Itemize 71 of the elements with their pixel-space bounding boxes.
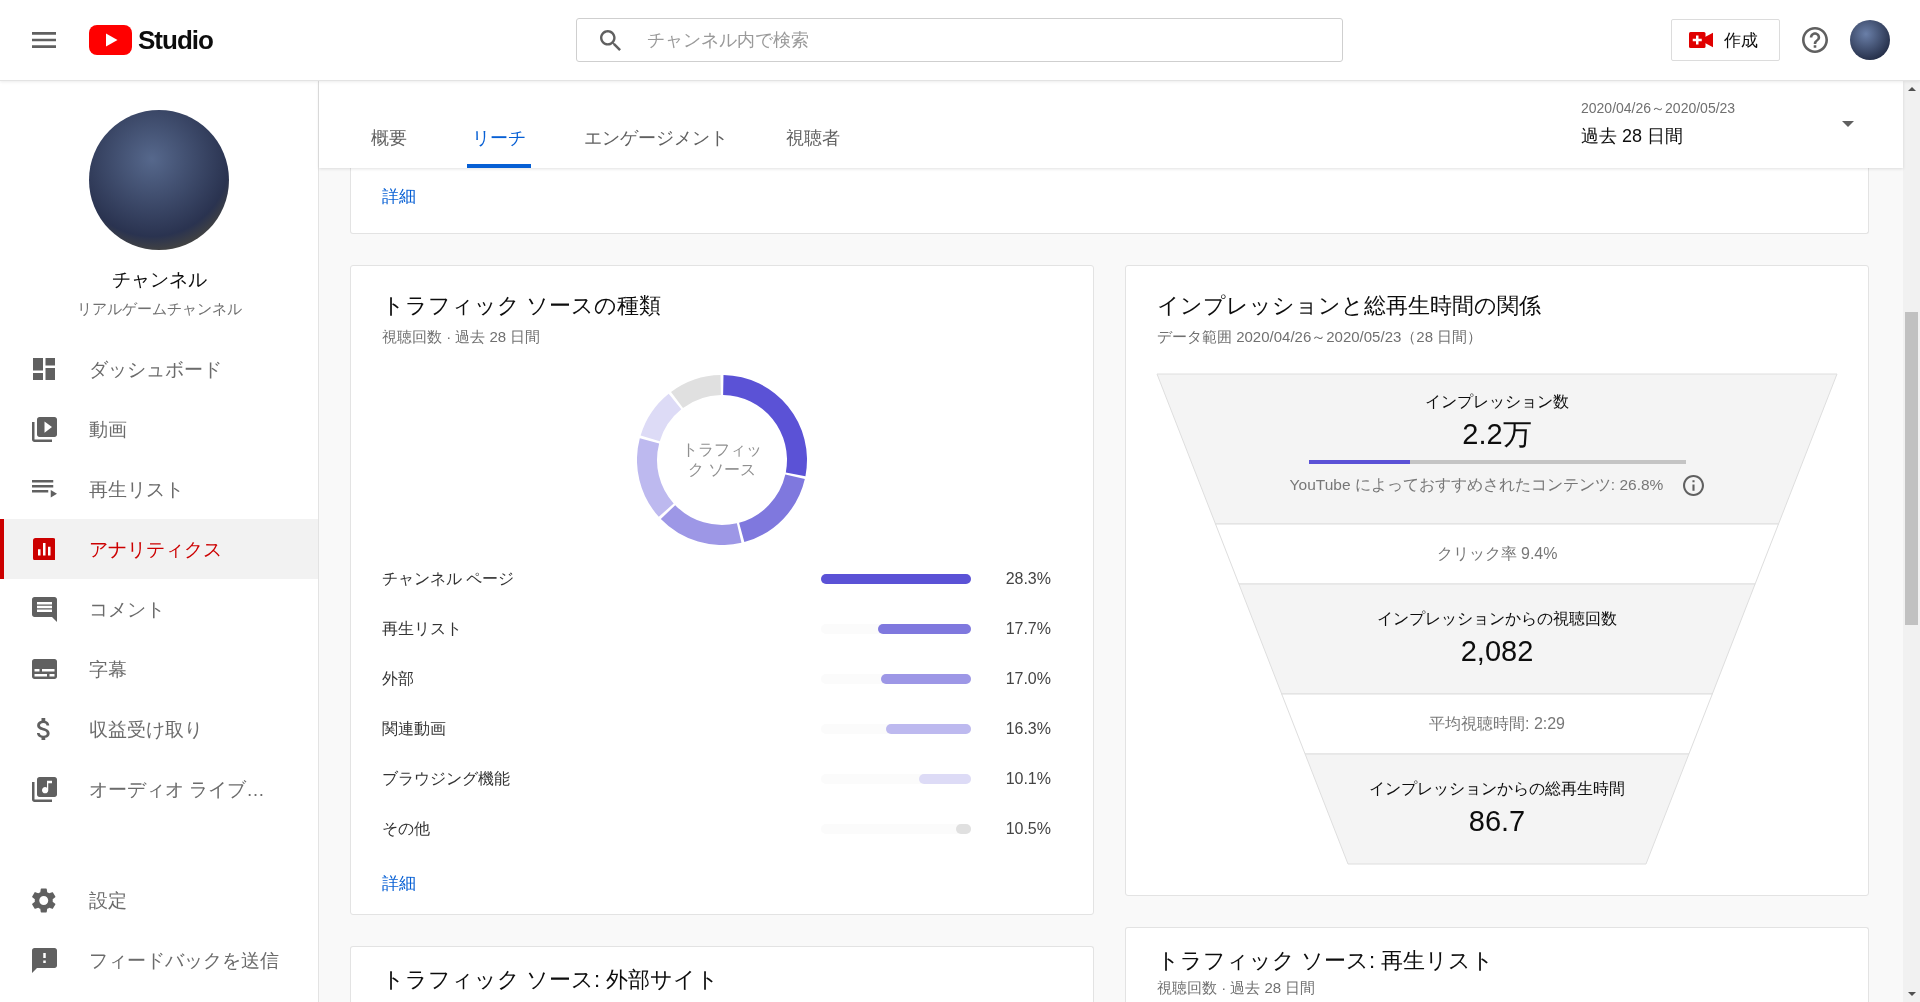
nav-item[interactable]: コメント (0, 579, 318, 639)
tab[interactable]: 視聴者 (757, 81, 869, 168)
date-range-dropdown[interactable]: 2020/04/26～2020/05/23 過去 28 日間 (1581, 99, 1854, 148)
feedback-icon (31, 947, 57, 973)
metric-value: 2.2万 (1462, 417, 1532, 452)
comment-icon (31, 596, 57, 622)
rate-text: 平均視聴時間: 2:29 (1429, 714, 1565, 734)
card-title: トラフィック ソース: 再生リスト (1157, 948, 1496, 974)
tab[interactable]: エンゲージメント (555, 81, 757, 168)
search-icon (600, 29, 621, 51)
details-link[interactable]: 詳細 (382, 187, 416, 206)
nav-item[interactable]: フィードバックを送信 (0, 930, 318, 990)
channel-title: チャンネル (111, 268, 207, 292)
metric-label: インプレッションからの総再生時間 (1369, 779, 1625, 799)
nav-item[interactable]: 字幕 (0, 639, 318, 699)
nav-item[interactable]: ダッシュボード (0, 339, 318, 399)
up-arrow-icon[interactable] (1907, 87, 1916, 91)
nav-item[interactable]: アナリティクス (0, 519, 318, 579)
card-title: トラフィック ソースの種類 (382, 293, 663, 319)
source-label: チャンネル ページ (382, 568, 515, 589)
source-label: 関連動画 (382, 718, 446, 739)
nav-item[interactable]: オーディオ ライブ… (0, 759, 318, 819)
card-subtitle: データ範囲 2020/04/26～2020/05/23（28 日間） (1157, 327, 1484, 347)
tab[interactable]: 概要 (335, 81, 443, 168)
play-logo-icon (89, 25, 132, 55)
video-library-icon (31, 416, 57, 442)
share-value: 17.0% (1005, 670, 1051, 688)
caret-icon (1842, 120, 1854, 127)
down-arrow-icon[interactable] (1907, 992, 1916, 996)
share-value: 28.3% (1005, 570, 1051, 588)
nav-item[interactable]: 再生リスト (0, 459, 318, 519)
channel-name: リアルゲームチャンネル (76, 299, 242, 319)
card-title: インプレッションと総再生時間の関係 (1157, 293, 1542, 319)
nav-item[interactable]: 動画 (0, 399, 318, 459)
source-label: 外部 (382, 668, 414, 689)
metric-label: インプレッション数 (1425, 392, 1569, 412)
source-label: ブラウジング機能 (382, 768, 510, 789)
card-subtitle: 視聴回数 · 過去 28 日間 (1157, 978, 1317, 998)
share-value: 10.1% (1005, 770, 1051, 788)
nav-item[interactable]: 収益受け取り (0, 699, 318, 759)
source-label: 再生リスト (382, 618, 462, 639)
share-value: 17.7% (1005, 620, 1051, 638)
music-library-icon (31, 776, 57, 802)
card-subtitle: 視聴回数 · 過去 28 日間 (382, 327, 542, 347)
video-camera-plus-icon (1689, 32, 1713, 48)
help-icon[interactable] (1802, 27, 1828, 53)
recommended-share-text: YouTube によっておすすめされたコンテンツ: 26.8% (1289, 475, 1664, 495)
search-field[interactable]: チャンネル内で検索 (576, 18, 1343, 62)
playlist-icon (31, 480, 57, 498)
settings-icon (32, 887, 56, 913)
studio-logo[interactable]: Studio (89, 25, 213, 55)
dashboard-icon (32, 357, 56, 381)
subtitles-icon (31, 659, 57, 679)
account-avatar[interactable] (1850, 20, 1890, 60)
card-title: トラフィック ソース: 外部サイト (382, 967, 721, 993)
donut-center-label: トラフィック ソース (681, 440, 763, 480)
dollar-icon (37, 717, 51, 741)
metric-value: 86.7 (1468, 804, 1526, 839)
metric-label: インプレッションからの視聴回数 (1377, 609, 1617, 629)
create-button[interactable]: 作成 (1671, 19, 1780, 61)
nav-item[interactable]: 設定 (0, 870, 318, 930)
menu-icon[interactable] (32, 32, 56, 48)
rate-text: クリック率 9.4% (1436, 544, 1558, 564)
info-icon[interactable] (1683, 474, 1705, 496)
bar-chart-icon (32, 537, 56, 561)
share-value: 16.3% (1005, 720, 1051, 738)
source-label: その他 (382, 818, 430, 839)
scrollbar-thumb[interactable] (1905, 312, 1918, 625)
share-value: 10.5% (1005, 820, 1051, 838)
details-link[interactable]: 詳細 (382, 874, 416, 893)
metric-value: 2,082 (1460, 634, 1534, 669)
